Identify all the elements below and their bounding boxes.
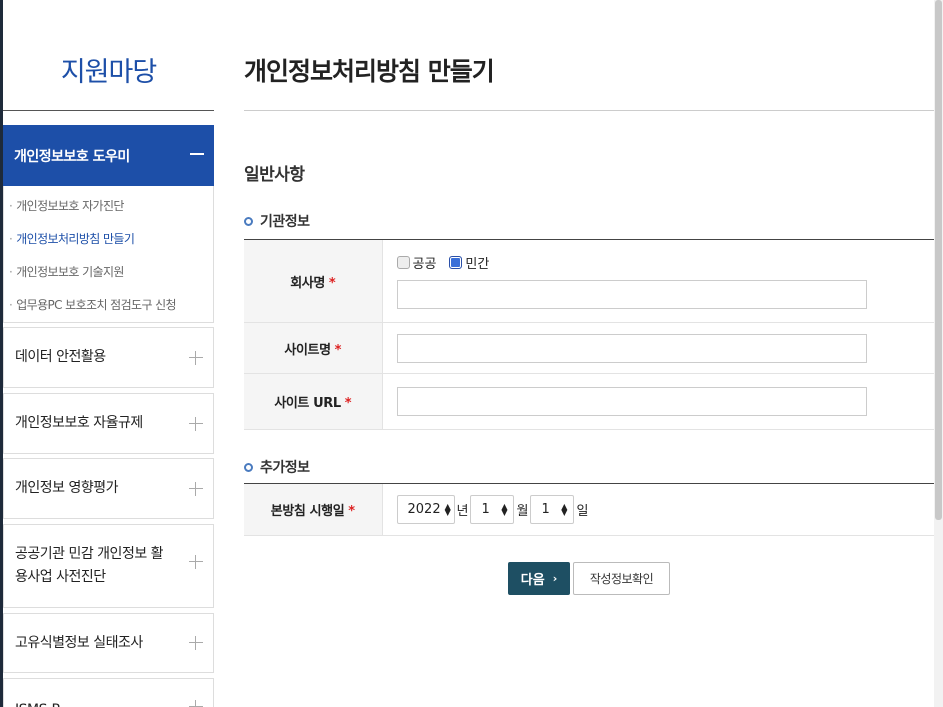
company-name-input[interactable]: [396, 280, 867, 309]
sidebar-divider: [3, 110, 214, 111]
sidebar-menu-label: 데이터 안전활용: [15, 349, 106, 365]
effective-date-selects: 2022 ▲ ▼ 년 1 ▲ ▼ 월 1 ▲ ▼ 일: [396, 495, 935, 524]
option-label: 민간: [465, 257, 490, 272]
basic-info-table: 회사명 * 공공 민간 사이트명 * 사이트 URL *: [244, 239, 934, 430]
required-mark: *: [328, 275, 336, 291]
expand-icon: [189, 481, 203, 496]
sidebar-menu-isms-p[interactable]: ISMS-P: [3, 678, 214, 707]
site-url-input[interactable]: [396, 387, 867, 416]
sidebar-menu-data-use[interactable]: 데이터 안전활용: [3, 327, 214, 388]
required-mark: *: [348, 504, 355, 519]
updown-arrow-icon: ▲ ▼: [501, 501, 508, 517]
sidebar-menu-label: 고유식별정보 실태조사: [15, 634, 143, 651]
sidebar-menu-label: 공공기관 민감 개인정보 활용사업 사전진단: [15, 546, 164, 585]
day-value: 1: [541, 502, 550, 517]
org-type-private-option[interactable]: 민간: [449, 253, 489, 272]
required-mark: *: [334, 342, 342, 358]
site-name-label: 사이트명: [284, 342, 331, 358]
next-button[interactable]: 다음 ›: [508, 562, 570, 595]
bullet-ring-icon: [244, 462, 253, 472]
submenu-item-tech-support[interactable]: · 개인정보보호 기술지원: [4, 260, 213, 293]
collapse-icon: [190, 153, 204, 155]
expand-icon: [189, 555, 203, 569]
sidebar-menu-privacy-helper[interactable]: 개인정보보호 도우미: [3, 125, 214, 186]
submenu-label: 업무용PC 보호조치 점검도구 신청: [16, 298, 176, 312]
company-row: 회사명 * 공공 민간: [244, 239, 935, 323]
updown-arrow-icon: ▲ ▼: [561, 501, 568, 517]
checkbox-private[interactable]: [449, 256, 463, 269]
sidebar-menu-self-regulation[interactable]: 개인정보보호 자율규제: [3, 393, 214, 454]
effective-date-label: 본방침 시행일: [270, 504, 345, 519]
sidebar-menu-unique-id-survey[interactable]: 고유식별정보 실태조사: [3, 613, 214, 673]
sidebar-submenu: · 개인정보보호 자가진단 · 개인정보처리방침 만들기 · 개인정보보호 기술지원 …: [3, 186, 214, 323]
effective-date-label-cell: 본방침 시행일 *: [244, 483, 382, 536]
effective-date-input-cell: 2022 ▲ ▼ 년 1 ▲ ▼ 월 1 ▲ ▼ 일: [381, 483, 935, 536]
extra-info-table: 본방침 시행일 * 2022 ▲ ▼ 년 1 ▲ ▼ 월 1 ▲ ▼ 일: [244, 483, 934, 536]
subheading-label: 기관정보: [260, 214, 310, 230]
updown-arrow-icon: ▲ ▼: [444, 501, 451, 517]
chevron-right-icon: ›: [552, 572, 558, 585]
submenu-item-self-check[interactable]: · 개인정보보호 자가진단: [4, 194, 213, 227]
title-divider: [244, 110, 934, 111]
site-name-label-cell: 사이트명 *: [244, 322, 382, 374]
submenu-label: 개인정보처리방침 만들기: [16, 232, 135, 246]
site-url-label: 사이트 URL: [274, 396, 341, 411]
company-label-cell: 회사명 *: [244, 239, 382, 323]
sidebar-menu-label: 개인정보보호 자율규제: [15, 415, 143, 431]
site-url-input-cell: [381, 373, 934, 430]
day-unit: 일: [576, 504, 589, 519]
sidebar-menu-public-prediagnosis[interactable]: 공공기관 민감 개인정보 활용사업 사전진단: [3, 524, 214, 608]
required-mark: *: [344, 396, 352, 411]
page-scrollbar[interactable]: [934, 0, 943, 707]
checkbox-public[interactable]: [396, 256, 410, 269]
submenu-item-policy-maker[interactable]: · 개인정보처리방침 만들기: [4, 227, 213, 260]
site-url-row: 사이트 URL *: [244, 373, 934, 430]
site-name-input[interactable]: [396, 333, 867, 363]
year-unit: 년: [456, 504, 469, 519]
scrollbar-thumb[interactable]: [935, 0, 942, 520]
site-name-input-cell: [381, 322, 934, 374]
preview-info-button[interactable]: 작성정보확인: [573, 562, 670, 595]
page-title: 개인정보처리방침 만들기: [244, 57, 495, 86]
org-type-public-option[interactable]: 공공: [396, 253, 437, 272]
submenu-label: 개인정보보호 자가진단: [16, 199, 124, 213]
sidebar-menu-label: 개인정보 영향평가: [15, 480, 119, 496]
submenu-label: 개인정보보호 기술지원: [16, 265, 124, 279]
sidebar-menu-impact-assessment[interactable]: 개인정보 영향평가: [3, 458, 214, 519]
company-label: 회사명: [290, 275, 325, 291]
year-select[interactable]: 2022 ▲ ▼: [396, 495, 455, 524]
next-button-label: 다음: [520, 573, 545, 588]
site-url-label-cell: 사이트 URL *: [244, 373, 382, 430]
sidebar: 지원마당 개인정보보호 도우미 · 개인정보보호 자가진단 · 개인정보처리방침 만…: [3, 0, 214, 707]
month-value: 1: [481, 502, 490, 517]
extra-info-heading: 추가정보: [244, 457, 310, 477]
bullet-ring-icon: [244, 216, 253, 226]
subheading-label: 추가정보: [260, 460, 310, 476]
submenu-item-pc-check-tool[interactable]: · 업무용PC 보호조치 점검도구 신청: [4, 293, 213, 326]
basic-info-heading: 기관정보: [244, 211, 310, 231]
year-value: 2022: [407, 502, 441, 517]
expand-icon: [189, 636, 203, 650]
month-select[interactable]: 1 ▲ ▼: [470, 495, 515, 524]
day-select[interactable]: 1 ▲ ▼: [530, 495, 575, 524]
month-unit: 월: [516, 504, 529, 519]
option-label: 공공: [412, 257, 437, 272]
company-input-cell: 공공 민간: [381, 239, 935, 323]
effective-date-row: 본방침 시행일 * 2022 ▲ ▼ 년 1 ▲ ▼ 월 1 ▲ ▼ 일: [244, 483, 935, 536]
site-name-row: 사이트명 *: [244, 322, 934, 374]
expand-icon: [189, 416, 203, 431]
sidebar-menu-label: ISMS-P: [15, 699, 60, 707]
expand-icon: [189, 700, 203, 707]
sidebar-title: 지원마당: [60, 57, 157, 88]
section-title: 일반사항: [244, 165, 305, 185]
expand-icon: [189, 350, 203, 365]
sidebar-menu-label: 개인정보보호 도우미: [14, 148, 130, 165]
org-type-options: 공공 민간: [396, 253, 935, 272]
